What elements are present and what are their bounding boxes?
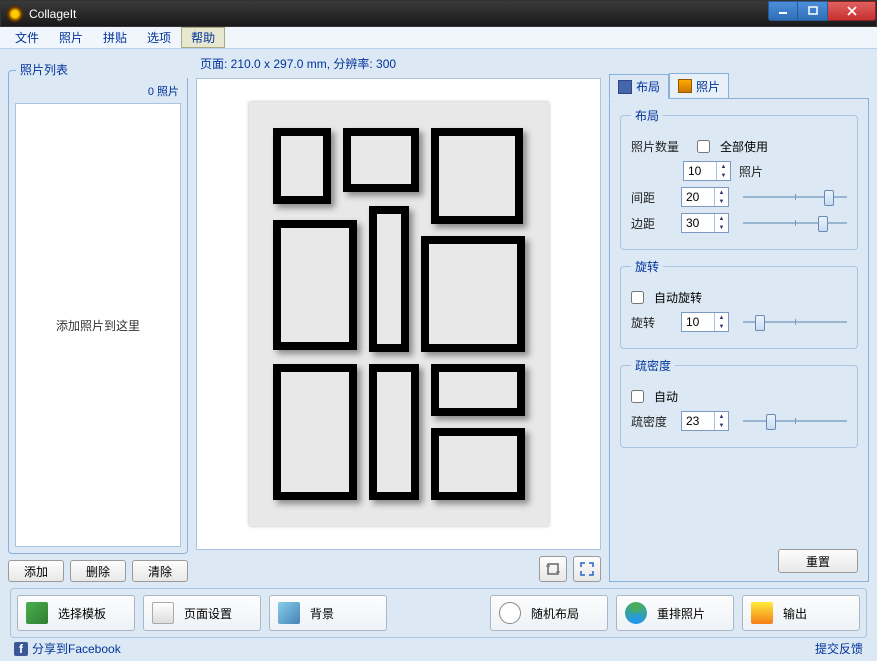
- menu-collage[interactable]: 拼贴: [93, 27, 137, 48]
- canvas[interactable]: [196, 78, 601, 550]
- template-icon: [26, 602, 48, 624]
- reset-button[interactable]: 重置: [778, 549, 858, 573]
- collage-page: [249, 102, 549, 526]
- add-button[interactable]: 添加: [8, 560, 64, 582]
- frame[interactable]: [273, 220, 357, 350]
- rotation-group: 旋转 自动旋转 旋转 ▲▼: [620, 258, 858, 349]
- margin-input[interactable]: [682, 214, 714, 232]
- photo-list-label: 照片列表: [16, 61, 196, 78]
- sparse-slider[interactable]: [743, 412, 847, 430]
- photo-count-spinner[interactable]: ▲▼: [683, 161, 731, 181]
- facebook-icon: f: [14, 642, 28, 656]
- window-close-button[interactable]: [828, 1, 876, 21]
- auto-sparse-checkbox[interactable]: [631, 390, 644, 403]
- layout-legend: 布局: [631, 107, 663, 124]
- rotation-input[interactable]: [682, 313, 714, 331]
- photo-count-label: 照片数量: [631, 138, 679, 155]
- refresh-icon: [625, 602, 647, 624]
- layout-group: 布局 照片数量 全部使用 ▲▼ 照片 间距 ▲▼ 边距 ▲▼: [620, 107, 858, 250]
- template-button[interactable]: 选择模板: [17, 595, 135, 631]
- sparse-spinner[interactable]: ▲▼: [681, 411, 729, 431]
- margin-label: 边距: [631, 215, 675, 232]
- rotation-spinner[interactable]: ▲▼: [681, 312, 729, 332]
- export-icon: [751, 602, 773, 624]
- rotation-legend: 旋转: [631, 258, 663, 275]
- gap-spinner[interactable]: ▲▼: [681, 187, 729, 207]
- use-all-label: 全部使用: [720, 138, 768, 155]
- margin-slider[interactable]: [743, 214, 847, 232]
- photo-count: 0 照片: [15, 81, 181, 103]
- auto-sparse-label: 自动: [654, 388, 678, 405]
- fit-screen-button[interactable]: [573, 556, 601, 582]
- gap-input[interactable]: [682, 188, 714, 206]
- frame[interactable]: [431, 428, 525, 500]
- photo-drop-placeholder: 添加照片到这里: [56, 317, 140, 334]
- photo-unit-label: 照片: [739, 163, 763, 180]
- tab-layout[interactable]: 布局: [609, 74, 669, 99]
- rotation-label: 旋转: [631, 314, 675, 331]
- random-layout-button[interactable]: 随机布局: [490, 595, 608, 631]
- menu-file[interactable]: 文件: [5, 27, 49, 48]
- frame[interactable]: [431, 364, 525, 416]
- rearrange-button[interactable]: 重排照片: [616, 595, 734, 631]
- delete-button[interactable]: 删除: [70, 560, 126, 582]
- bottom-toolbar: 选择模板 页面设置 背景 随机布局 重排照片 输出: [10, 588, 867, 638]
- photo-list-panel: 0 照片 添加照片到这里: [8, 70, 188, 554]
- dice-icon: [499, 602, 521, 624]
- tab-photo[interactable]: 照片: [669, 73, 729, 98]
- sparse-legend: 疏密度: [631, 357, 675, 374]
- sparse-label: 疏密度: [631, 413, 675, 430]
- auto-rotate-checkbox[interactable]: [631, 291, 644, 304]
- footer: f分享到Facebook 提交反馈: [0, 638, 877, 658]
- page-info: 页面: 210.0 x 297.0 mm, 分辨率: 300: [196, 53, 601, 78]
- gap-slider[interactable]: [743, 188, 847, 206]
- menu-options[interactable]: 选项: [137, 27, 181, 48]
- crop-button[interactable]: [539, 556, 567, 582]
- menu-photo[interactable]: 照片: [49, 27, 93, 48]
- frame[interactable]: [369, 206, 409, 352]
- frame[interactable]: [431, 128, 523, 224]
- rotation-slider[interactable]: [743, 313, 847, 331]
- photo-icon: [678, 79, 692, 93]
- app-icon: [7, 6, 23, 22]
- export-button[interactable]: 输出: [742, 595, 860, 631]
- frame[interactable]: [343, 128, 419, 192]
- auto-rotate-label: 自动旋转: [654, 289, 702, 306]
- sparse-group: 疏密度 自动 疏密度 ▲▼: [620, 357, 858, 448]
- share-facebook-link[interactable]: f分享到Facebook: [14, 640, 121, 657]
- window-titlebar: CollageIt: [0, 0, 877, 27]
- clear-button[interactable]: 清除: [132, 560, 188, 582]
- gap-label: 间距: [631, 189, 675, 206]
- layout-icon: [618, 80, 632, 94]
- photo-count-input[interactable]: [684, 162, 716, 180]
- frame[interactable]: [369, 364, 419, 500]
- up-arrow-icon[interactable]: ▲: [717, 162, 730, 171]
- window-title: CollageIt: [29, 7, 76, 21]
- menu-bar: 文件 照片 拼贴 选项 帮助: [0, 27, 877, 49]
- frame[interactable]: [273, 128, 331, 204]
- background-icon: [278, 602, 300, 624]
- page-setup-button[interactable]: 页面设置: [143, 595, 261, 631]
- frame[interactable]: [273, 364, 357, 500]
- window-minimize-button[interactable]: [768, 1, 798, 21]
- frame[interactable]: [421, 236, 525, 352]
- margin-spinner[interactable]: ▲▼: [681, 213, 729, 233]
- photo-drop-area[interactable]: 添加照片到这里: [15, 103, 181, 547]
- sparse-input[interactable]: [682, 412, 714, 430]
- feedback-link[interactable]: 提交反馈: [815, 640, 863, 657]
- page-icon: [152, 602, 174, 624]
- window-maximize-button[interactable]: [798, 1, 828, 21]
- use-all-checkbox[interactable]: [697, 140, 710, 153]
- background-button[interactable]: 背景: [269, 595, 387, 631]
- menu-help[interactable]: 帮助: [181, 27, 225, 48]
- down-arrow-icon[interactable]: ▼: [717, 171, 730, 180]
